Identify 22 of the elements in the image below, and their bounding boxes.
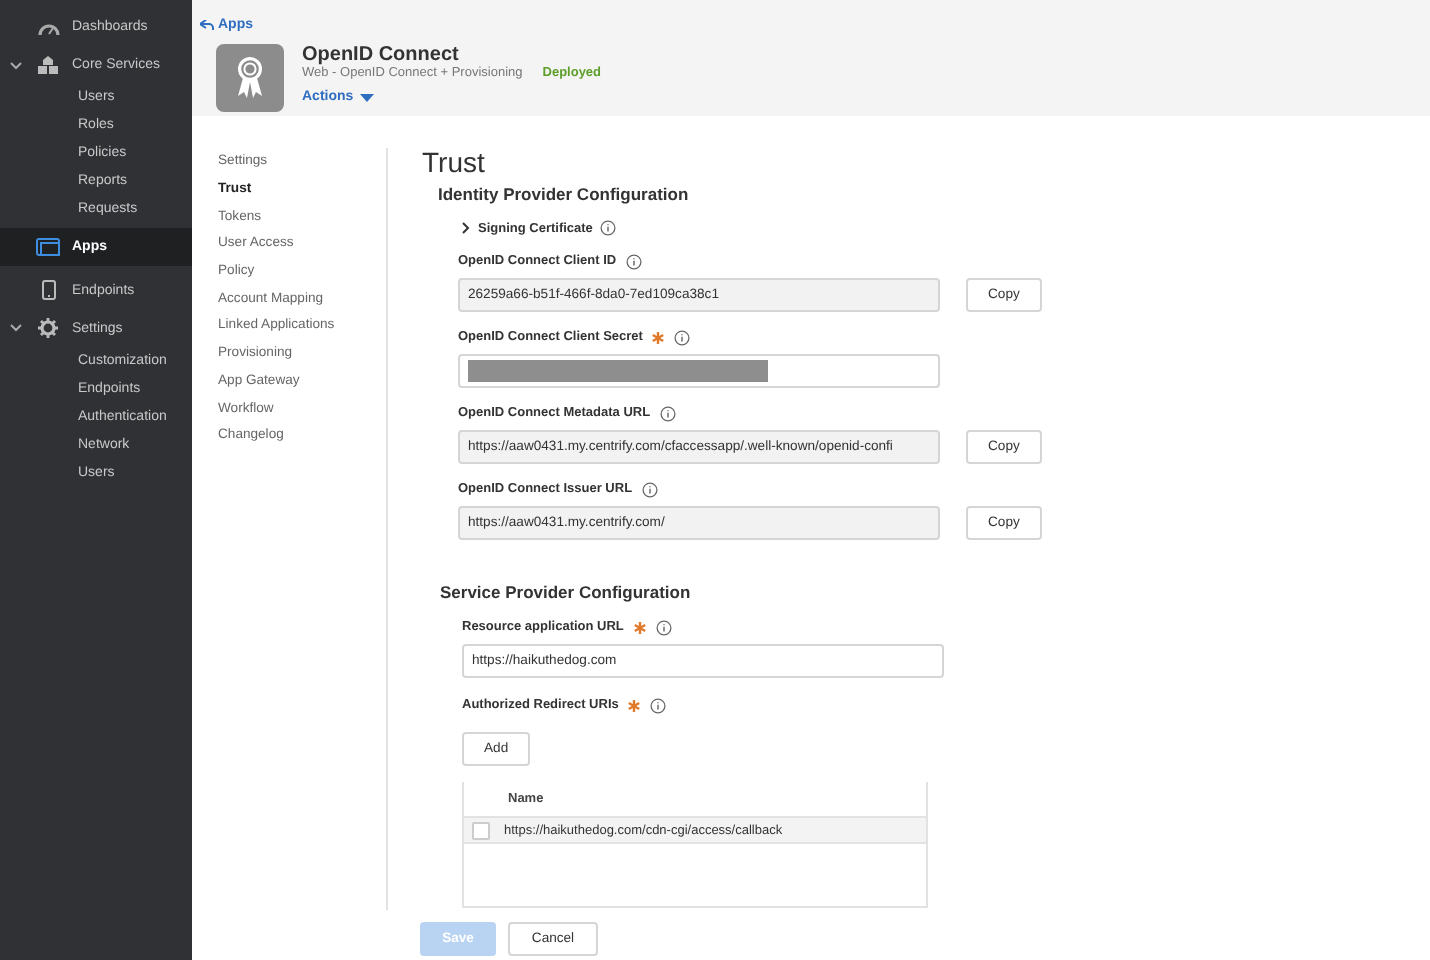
info-icon (626, 253, 643, 269)
info-icon (660, 405, 677, 421)
info-icon (655, 619, 672, 635)
ribbon-award-icon (234, 56, 266, 100)
page-title: Trust (422, 146, 487, 182)
info-icon (600, 220, 617, 236)
input-field[interactable] (458, 354, 940, 388)
back-arrow-icon (200, 20, 214, 30)
info-icon (650, 697, 667, 713)
cubes-icon (38, 56, 58, 74)
window-icon (36, 237, 60, 256)
info-icon (674, 329, 691, 345)
caret-icon (359, 93, 374, 101)
app-title: OpenID Connect (302, 44, 461, 66)
gauge-icon (37, 19, 59, 35)
chevron-right-icon[interactable] (462, 222, 470, 234)
checkbox[interactable] (472, 821, 490, 839)
settings-icon (38, 318, 58, 339)
phone-icon (41, 280, 55, 301)
info-icon (642, 481, 659, 497)
section-title: Identity Provider Configuration (438, 184, 689, 204)
section-title: Service Provider Configuration (440, 582, 693, 602)
